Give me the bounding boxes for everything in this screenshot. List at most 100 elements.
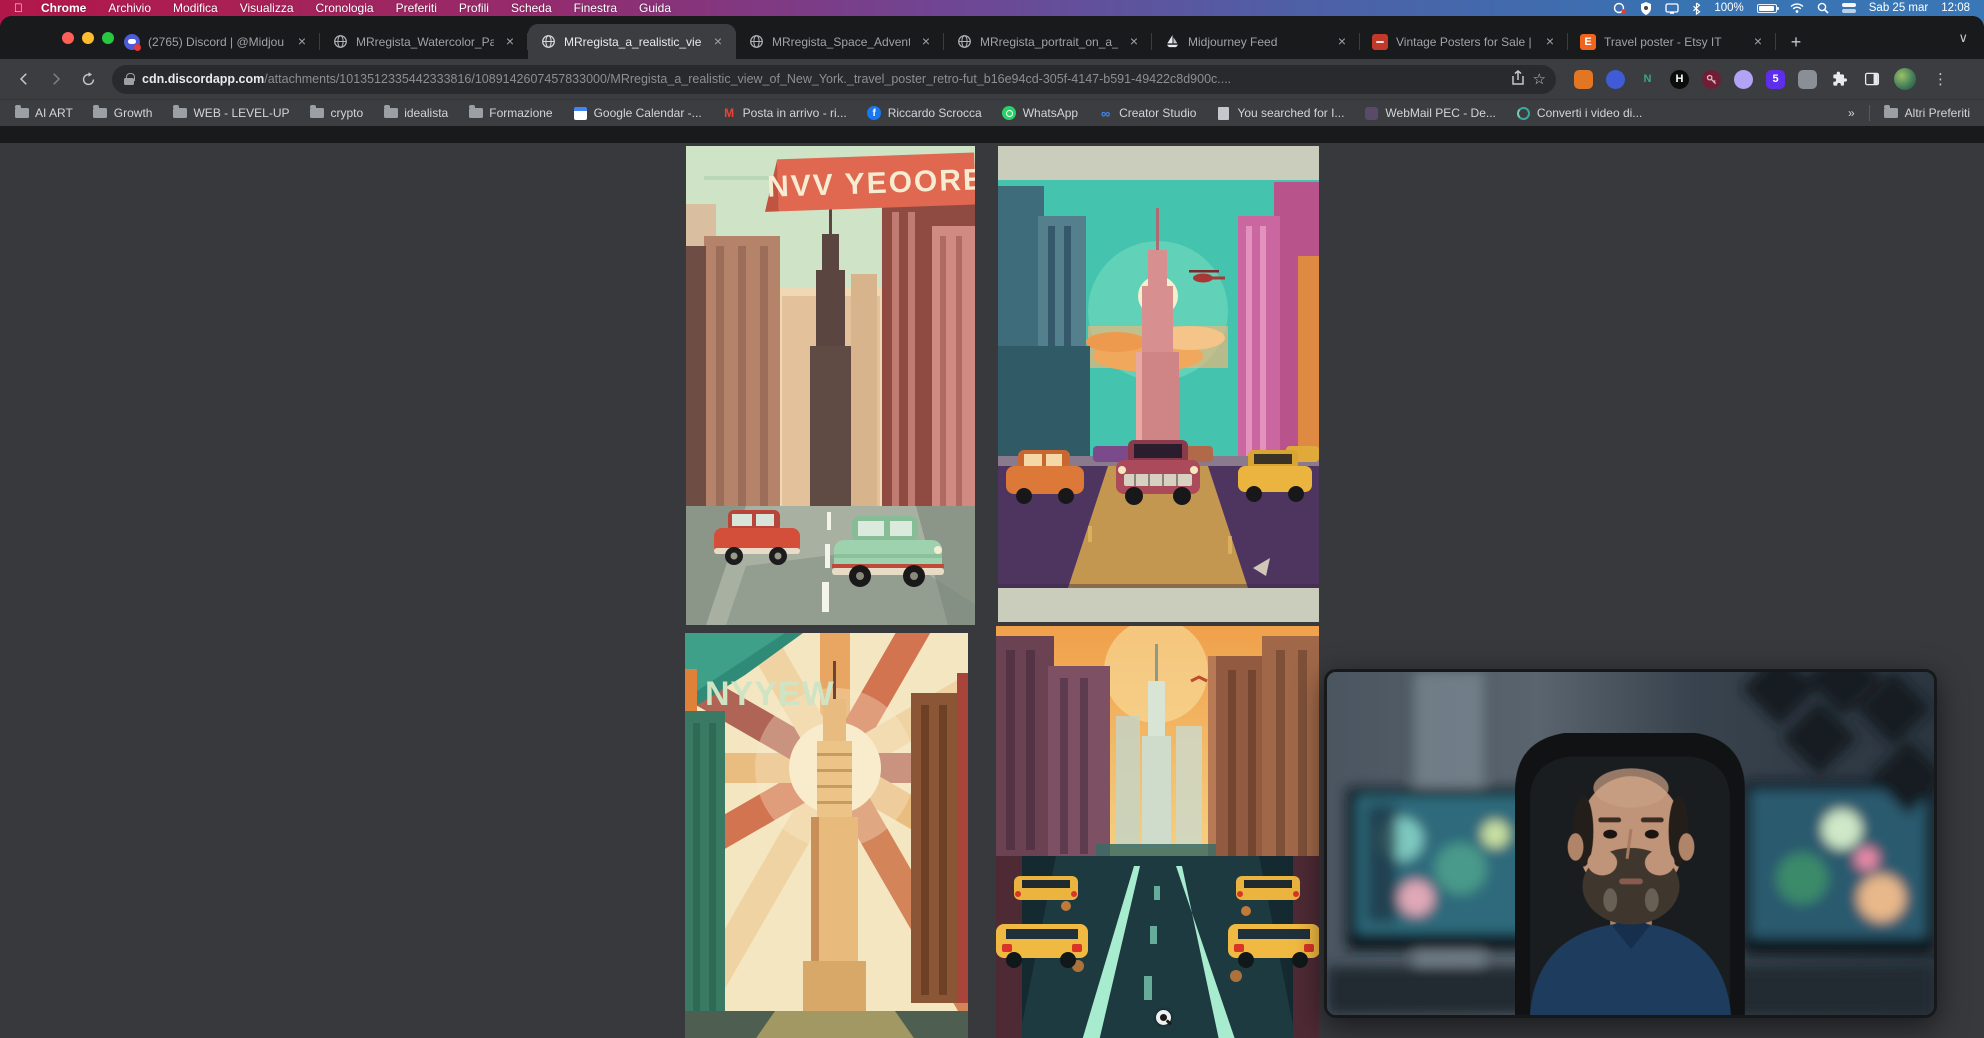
tab-title: MRregista_a_realistic_vie [564,35,702,49]
url-text[interactable]: cdn.discordapp.com/attachments/101351233… [142,72,1503,86]
battery-icon[interactable] [1757,4,1777,13]
facebook-icon: f [867,106,882,121]
menu-chrome[interactable]: Chrome [41,1,86,15]
bookmark-formazione[interactable]: Formazione [468,106,552,121]
menu-cronologia[interactable]: Cronologia [316,1,374,15]
p1-left-buildings [686,204,780,546]
globe-favicon [540,34,556,50]
menu-guida[interactable]: Guida [639,1,671,15]
bookmark-idealista[interactable]: idealista [383,106,448,121]
menu-scheda[interactable]: Scheda [511,1,552,15]
green-n-extension-icon[interactable]: N [1638,70,1657,89]
poster-bottom-left-sunburst[interactable]: NYYEW [685,633,968,1038]
bookmark-facebook-profile[interactable]: f Riccardo Scrocca [867,106,982,121]
menu-visualizza[interactable]: Visualizza [240,1,294,15]
spotlight-search-icon[interactable] [1817,2,1829,14]
p2-bottom-band [998,588,1319,622]
bookmark-whatsapp[interactable]: WhatsApp [1002,106,1078,121]
forward-button[interactable] [42,65,70,93]
side-panel-icon[interactable] [1862,70,1881,89]
midjourney-image-grid[interactable]: NVV YEOORE [671,144,1319,1038]
tab-vintage-posters[interactable]: Vintage Posters for Sale | × [1360,24,1568,59]
back-button[interactable] [10,65,38,93]
menu-finestra[interactable]: Finestra [574,1,617,15]
blue-extension-icon[interactable] [1606,70,1625,89]
tab-discord[interactable]: (2765) Discord | @Midjou × [112,24,320,59]
p4-right-buildings [1208,636,1319,858]
bookmark-label: Google Calendar -... [594,106,702,120]
tab-watercolor[interactable]: MRregista_Watercolor_Pa × [320,24,528,59]
tab-title: Vintage Posters for Sale | [1396,35,1534,49]
bookmark-web-level-up[interactable]: WEB - LEVEL-UP [172,106,289,121]
share-icon[interactable] [1511,70,1525,89]
bookmark-growth[interactable]: Growth [93,106,153,121]
reload-button[interactable] [74,65,102,93]
extensions-puzzle-icon[interactable] [1830,70,1849,89]
wifi-icon[interactable] [1790,3,1804,13]
apple-menu-icon[interactable]:  [14,2,23,14]
chrome-menu-kebab-icon[interactable]: ⋮ [1933,70,1948,88]
tab-close-icon[interactable]: × [1126,34,1142,50]
screen-record-icon[interactable] [1613,2,1627,14]
bookmark-converti-video[interactable]: Converti i video di... [1516,106,1642,121]
new-tab-button[interactable]: + [1782,28,1810,56]
tab-realistic-view-active[interactable]: MRregista_a_realistic_vie × [528,24,736,59]
page-content: NVV YEOORE [0,143,1984,1038]
bookmark-star-icon[interactable]: ☆ [1533,70,1546,88]
tab-close-icon[interactable]: × [1750,34,1766,50]
bookmark-label: WEB - LEVEL-UP [193,106,289,120]
lock-icon[interactable] [124,73,134,85]
tab-close-icon[interactable]: × [1334,34,1350,50]
tab-close-icon[interactable]: × [1542,34,1558,50]
shield-icon[interactable] [1640,2,1652,15]
h-extension-icon[interactable]: H [1670,70,1689,89]
ghost-extension-icon[interactable] [1734,70,1753,89]
display-icon[interactable] [1665,3,1679,14]
tabs: (2765) Discord | @Midjou × MRregista_Wat… [112,24,1810,59]
menu-profili[interactable]: Profili [459,1,489,15]
folder-icon [310,106,325,121]
menu-archivio[interactable]: Archivio [108,1,151,15]
address-bar[interactable]: cdn.discordapp.com/attachments/101351233… [112,65,1556,94]
meta-icon: ∞ [1098,106,1113,121]
control-center-icon[interactable] [1842,3,1856,13]
purple-5-extension-icon[interactable]: 5 [1766,70,1785,89]
poster-bottom-right-taxi-street[interactable] [996,626,1319,1038]
bookmark-altri-preferiti[interactable]: Altri Preferiti [1884,106,1970,121]
tab-close-icon[interactable]: × [710,34,726,50]
bookmark-ai-art[interactable]: AI ART [14,106,73,121]
profile-avatar[interactable] [1894,68,1916,90]
tab-etsy[interactable]: E Travel poster - Etsy IT × [1568,24,1776,59]
menu-modifica[interactable]: Modifica [173,1,218,15]
bookmark-you-searched[interactable]: You searched for I... [1216,106,1344,121]
bluetooth-icon[interactable] [1692,2,1701,15]
bookmark-label: Creator Studio [1119,106,1196,120]
menu-date[interactable]: Sab 25 mar [1869,2,1928,14]
tab-close-icon[interactable]: × [294,34,310,50]
globe-favicon [332,34,348,50]
tab-portrait[interactable]: MRregista_portrait_on_a_ × [944,24,1152,59]
poster-top-left-new-york-vintage[interactable]: NVV YEOORE [686,146,975,625]
bookmark-webmail-pec[interactable]: WebMail PEC - De... [1364,106,1495,121]
menu-time[interactable]: 12:08 [1941,2,1970,14]
bookmark-label: Altri Preferiti [1905,106,1970,120]
poster-top-right-sunset-street[interactable] [998,146,1319,622]
gray-extension-icon[interactable] [1798,70,1817,89]
tab-search-chevron-icon[interactable]: ∨ [1958,30,1968,46]
chrome-window: (2765) Discord | @Midjou × MRregista_Wat… [0,16,1984,1038]
tab-close-icon[interactable]: × [502,34,518,50]
metamask-icon[interactable] [1574,70,1593,89]
key-extension-icon[interactable] [1702,70,1721,89]
tab-space-adventure[interactable]: MRregista_Space_Advent × [736,24,944,59]
menu-preferiti[interactable]: Preferiti [396,1,437,15]
bookmark-crypto[interactable]: crypto [310,106,364,121]
bookmark-gmail-inbox[interactable]: MPosta in arrivo - ri... [722,106,847,121]
tab-close-icon[interactable]: × [918,34,934,50]
bookmark-google-calendar[interactable]: Google Calendar -... [573,106,702,121]
tab-midjourney-feed[interactable]: Midjourney Feed × [1152,24,1360,59]
minimize-window-button[interactable] [82,32,94,44]
close-window-button[interactable] [62,32,74,44]
bookmarks-overflow-chevron[interactable]: » [1848,106,1855,120]
bookmark-label: Riccardo Scrocca [888,106,982,120]
bookmark-creator-studio[interactable]: ∞ Creator Studio [1098,106,1196,121]
